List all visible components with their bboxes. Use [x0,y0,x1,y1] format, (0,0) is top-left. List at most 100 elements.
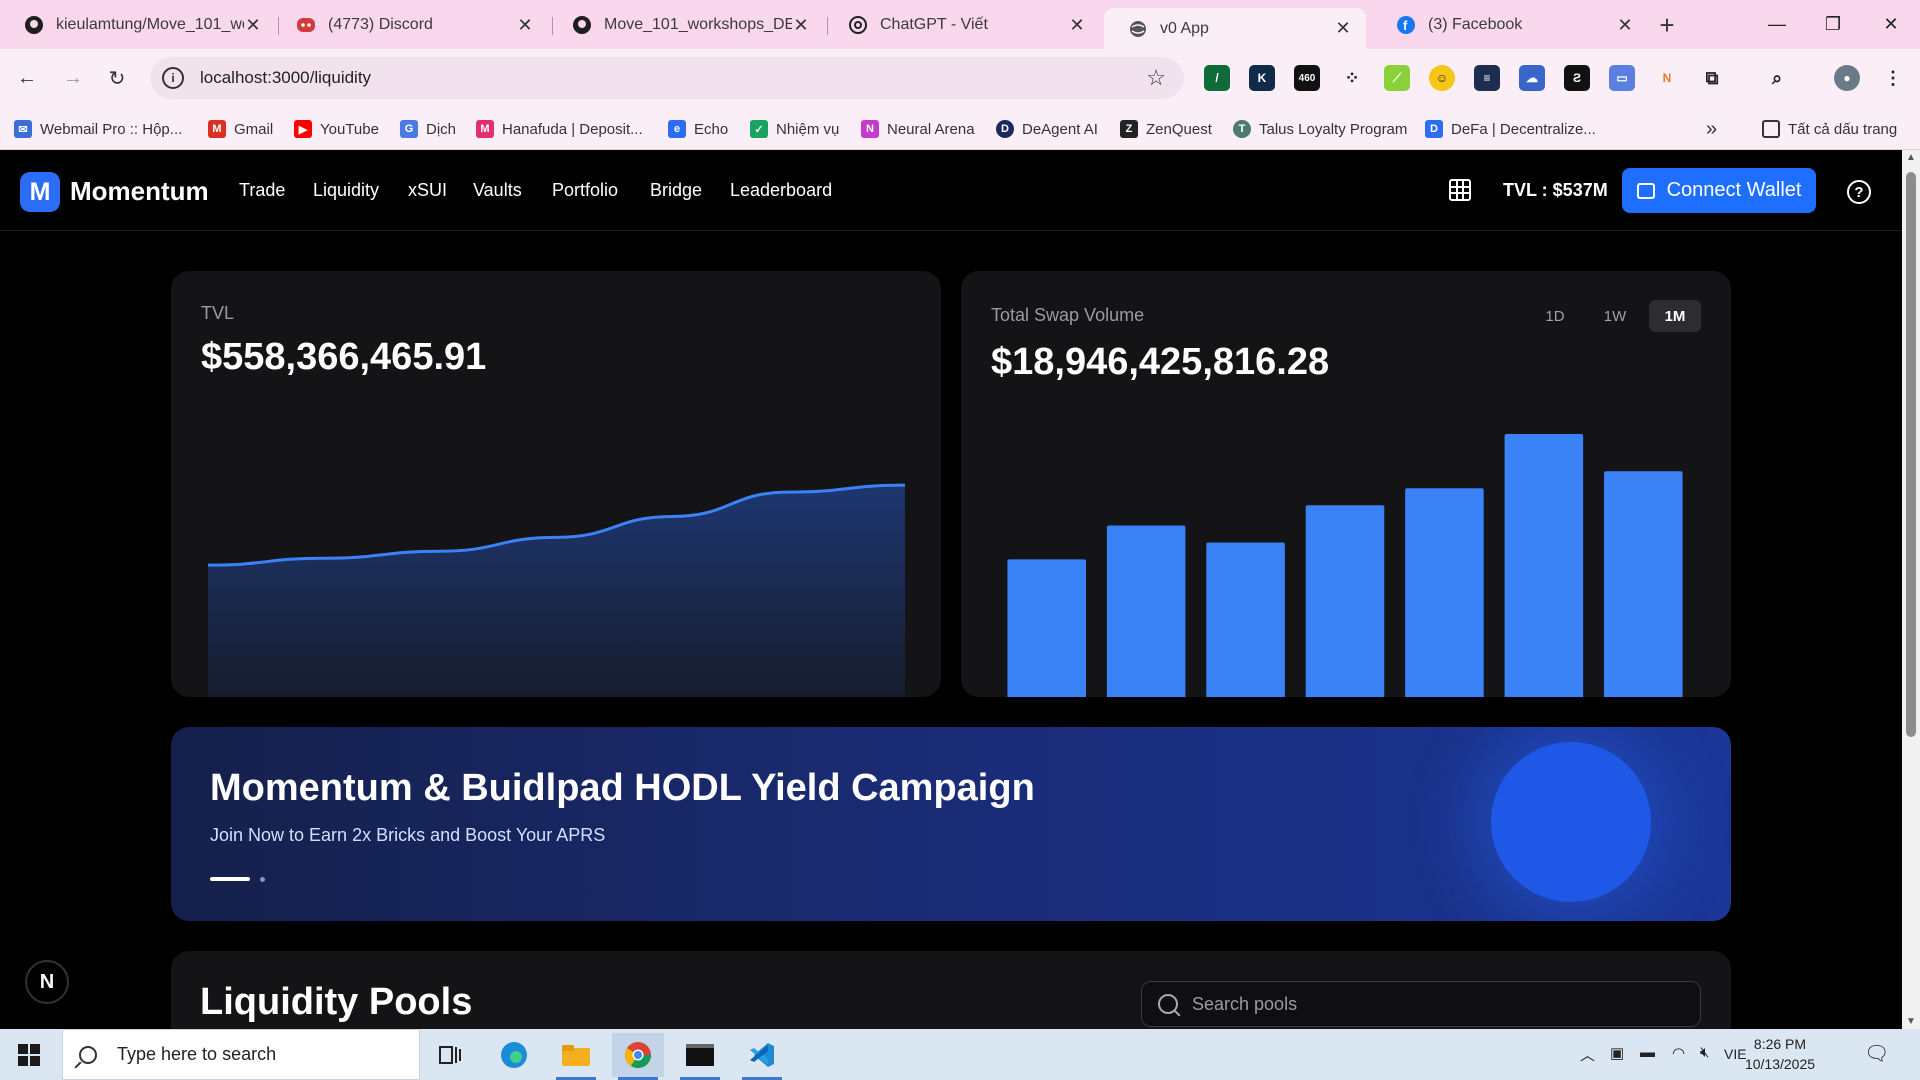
bookmark-item[interactable]: M Hanafuda | Deposit... [476,118,643,140]
tab-label: (4773) Discord [328,16,433,33]
extension-icon[interactable]: ⟋ [1384,65,1410,91]
restore-icon[interactable]: ❐ [1808,8,1858,40]
bookmark-favicon: T [1233,120,1251,138]
bookmark-item[interactable]: e Echo [668,118,728,140]
tab-label: (3) Facebook [1428,16,1523,33]
close-icon[interactable]: ✕ [516,15,534,36]
extension-icon[interactable]: ≡ [1474,65,1500,91]
task-view-icon[interactable] [424,1033,476,1077]
browser-toolbar: ← → ↻ i localhost:3000/liquidity ☆ / K 4… [0,49,1920,107]
connect-wallet-button[interactable]: Connect Wallet [1622,168,1816,213]
extension-icon[interactable]: 460 [1294,65,1320,91]
bookmark-item[interactable]: N Neural Arena [861,118,975,140]
reload-icon[interactable]: ↻ [102,63,132,93]
taskbar-search[interactable]: Type here to search [62,1029,420,1080]
scroll-down-icon[interactable]: ▼ [1906,1016,1916,1027]
window-close-icon[interactable]: ✕ [1866,8,1916,40]
wifi-icon[interactable]: ◠ [1672,1044,1685,1062]
volume-bar [1405,488,1484,697]
extension-icon[interactable]: K [1249,65,1275,91]
page-scrollbar[interactable]: ▲ ▼ [1902,150,1920,1029]
bookmark-item[interactable]: ✓ Nhiệm vụ [750,118,839,140]
help-icon[interactable]: ? [1847,180,1871,204]
meet-now-icon[interactable]: ▣ [1610,1044,1624,1062]
notifications-icon[interactable]: 🗨︎ [1864,1041,1889,1066]
chrome-icon[interactable] [612,1033,664,1080]
nav-leaderboard[interactable]: Leaderboard [730,180,832,201]
browser-tab[interactable]: kieulamtung/Move_101_wo ✕ [0,6,276,44]
volume-muted-icon[interactable]: 🔇︎ [1700,1044,1709,1061]
bookmark-item[interactable]: Z ZenQuest [1120,118,1212,140]
bookmark-favicon: N [861,120,879,138]
nextjs-dev-badge[interactable]: N [25,960,69,1004]
bookmarks-overflow-icon[interactable]: » [1706,118,1717,140]
bookmark-star-icon[interactable]: ☆ [1146,65,1166,91]
bookmark-item[interactable]: M Gmail [208,118,273,140]
close-icon[interactable]: ✕ [1616,15,1634,36]
github-icon [24,15,44,35]
bookmark-item[interactable]: D DeAgent AI [996,118,1098,140]
scroll-up-icon[interactable]: ▲ [1906,152,1916,163]
bookmark-item[interactable]: ▶ YouTube [294,118,379,140]
tab-search-icon[interactable]: ⌕ [1764,65,1790,91]
search-icon [1158,994,1178,1014]
bookmark-item[interactable]: G Dịch [400,118,456,140]
bookmark-favicon: M [476,120,494,138]
close-icon[interactable]: ✕ [1334,18,1352,39]
browser-tab[interactable]: f (3) Facebook ✕ [1372,6,1648,44]
nav-portfolio[interactable]: Portfolio [552,180,618,201]
menu-kebab-icon[interactable]: ⋮ [1880,65,1906,91]
nav-xsui[interactable]: xSUI [408,180,447,201]
bookmark-item[interactable]: D DeFa | Decentralize... [1425,118,1596,140]
nav-trade[interactable]: Trade [239,180,285,201]
campaign-banner[interactable]: Momentum & Buidlpad HODL Yield Campaign … [171,727,1731,921]
battery-icon[interactable]: ▬ [1640,1044,1655,1061]
address-bar[interactable]: i localhost:3000/liquidity ☆ [150,57,1184,99]
liquidity-pools-section: Liquidity Pools [171,951,1731,1029]
carousel-dot-active[interactable] [210,877,250,881]
grid-icon[interactable] [1449,179,1471,201]
browser-tab[interactable]: ChatGPT - Viết ✕ [824,6,1100,44]
facebook-icon: f [1396,15,1416,35]
nav-liquidity[interactable]: Liquidity [313,180,379,201]
system-clock[interactable]: 8:26 PM 10/13/2025 [1740,1034,1820,1074]
carousel-dot[interactable] [260,877,265,882]
vscode-icon[interactable] [736,1033,788,1080]
file-explorer-icon[interactable] [550,1033,602,1080]
browser-tab[interactable]: Move_101_workshops_DEX/ ✕ [548,6,824,44]
bookmark-item[interactable]: T Talus Loyalty Program [1233,118,1407,140]
momentum-logo[interactable]: M [20,172,60,212]
url-text[interactable]: localhost:3000/liquidity [200,68,371,88]
new-tab-button[interactable]: + [1652,10,1682,40]
extension-icon[interactable]: N [1654,65,1680,91]
pool-search[interactable] [1141,981,1701,1027]
windows-start-icon[interactable] [18,1044,40,1066]
nav-vaults[interactable]: Vaults [473,180,522,201]
extension-icon[interactable]: ▭ [1609,65,1635,91]
close-icon[interactable]: ✕ [244,15,262,36]
chevron-up-icon[interactable]: ︿ [1580,1044,1595,1065]
close-icon[interactable]: ✕ [792,15,810,36]
browser-tab-active[interactable]: v0 App ✕ [1104,8,1366,49]
site-info-icon[interactable]: i [162,67,184,89]
bookmark-item[interactable]: ✉ Webmail Pro :: Hộp... [14,118,182,140]
extension-icon[interactable]: ☁ [1519,65,1545,91]
forward-icon[interactable]: → [58,63,88,93]
browser-tab[interactable]: (4773) Discord ✕ [272,6,548,44]
extension-icon[interactable]: ⁘ [1339,65,1365,91]
minimize-icon[interactable]: — [1752,8,1802,40]
close-icon[interactable]: ✕ [1068,15,1086,36]
nav-bridge[interactable]: Bridge [650,180,702,201]
edge-icon[interactable] [488,1033,540,1077]
extension-icon[interactable]: Ƨ [1564,65,1590,91]
extensions-puzzle-icon[interactable]: ⧉ [1699,65,1725,91]
all-bookmarks-folder[interactable]: Tất cả dấu trang [1762,118,1897,140]
search-pools-input[interactable] [1192,984,1700,1024]
scrollbar-thumb[interactable] [1906,172,1916,737]
terminal-icon[interactable] [674,1033,726,1080]
brand-name[interactable]: Momentum [70,176,209,207]
extension-icon[interactable]: ☺ [1429,65,1455,91]
profile-avatar[interactable]: ● [1834,65,1860,91]
extension-icon[interactable]: / [1204,65,1230,91]
back-icon[interactable]: ← [12,63,42,93]
